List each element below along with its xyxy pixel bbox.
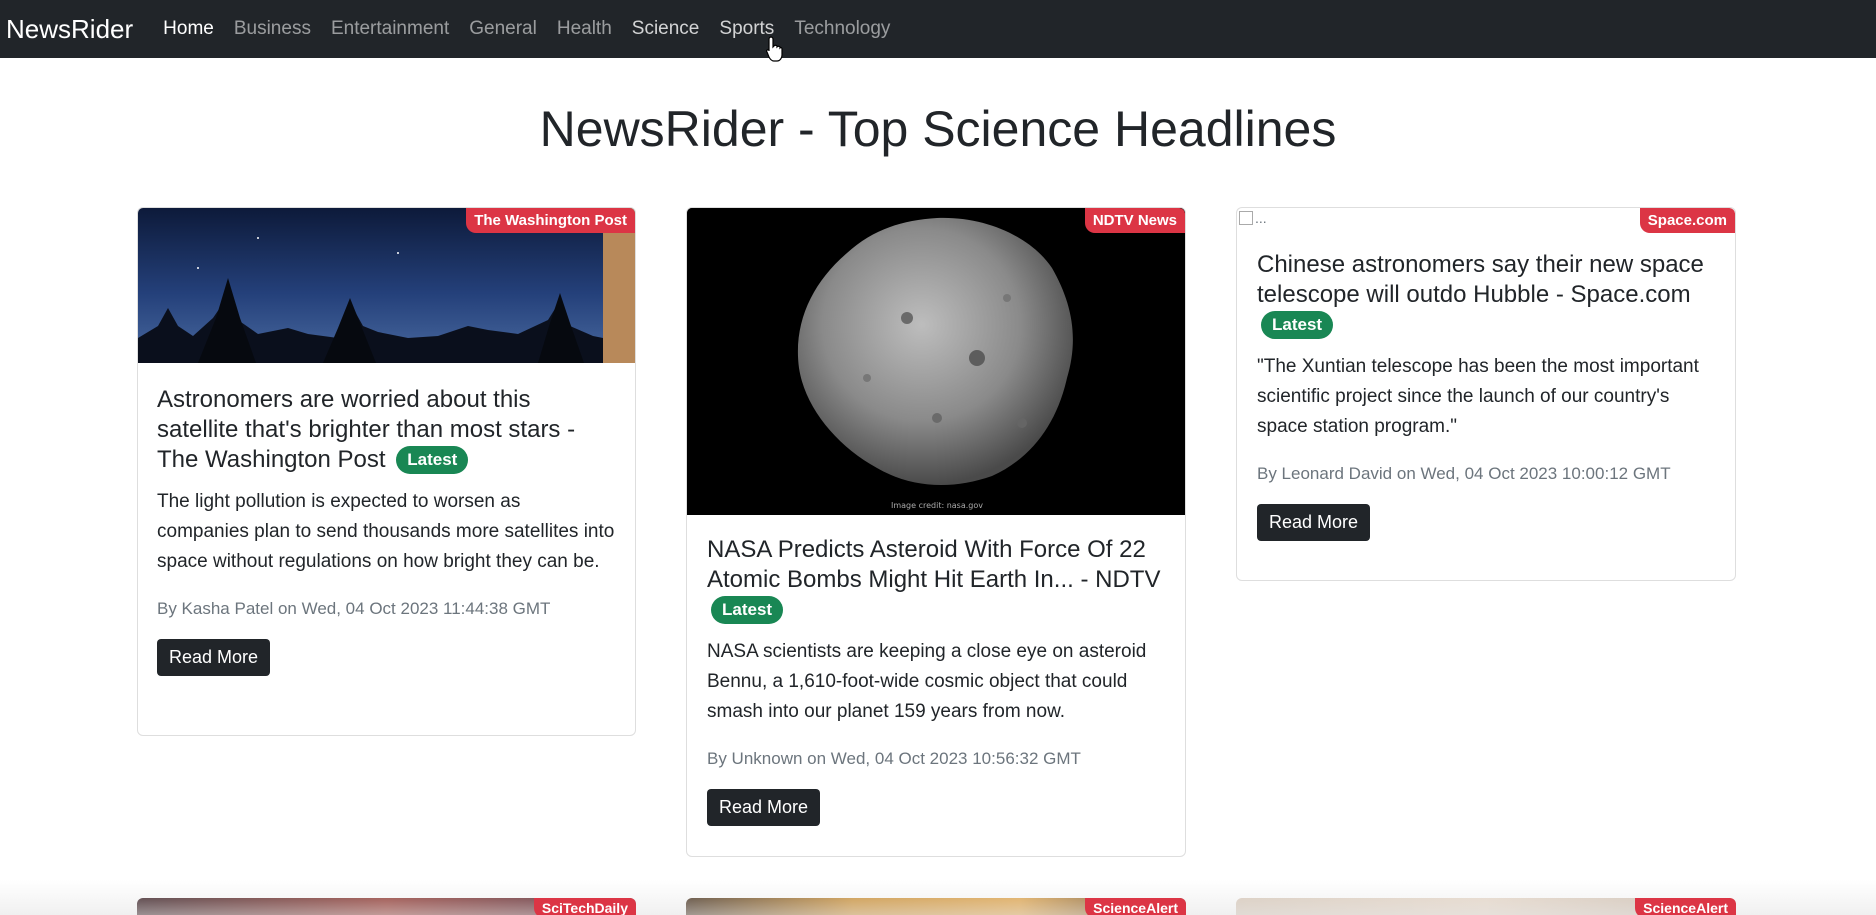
read-more-button[interactable]: Read More [157,639,271,676]
nav-entertainment[interactable]: Entertainment [331,18,449,40]
read-more-button[interactable]: Read More [1257,504,1371,541]
article-description: "The Xuntian telescope has been the most… [1257,356,1699,437]
asteroid-image: Image credit: nasa.gov [687,208,1185,515]
hand-cursor-icon [766,36,783,62]
article-title: Chinese astronomers say their new space … [1257,250,1716,340]
news-card: ... Space.com Chinese astronomers say th… [1236,207,1736,581]
news-card: The Washington Post Astronomers are worr… [137,207,636,736]
page-fade [0,880,1876,915]
card-body: NASA Predicts Asteroid With Force Of 22 … [687,515,1185,826]
source-badge: ScienceAlert [1085,898,1186,915]
broken-image-icon: ... [1239,210,1267,226]
source-badge: NDTV News [1084,208,1185,233]
nav-health[interactable]: Health [557,18,612,40]
read-more-button[interactable]: Read More [707,789,821,826]
latest-badge: Latest [711,596,784,624]
article-title: Astronomers are worried about this satel… [157,385,616,475]
article-image[interactable]: Image credit: nasa.gov NDTV News [687,208,1185,515]
brand-logo[interactable]: NewsRider [6,14,133,45]
card-body: Chinese astronomers say their new space … [1237,238,1735,541]
article-meta: By Leonard David on Wed, 04 Oct 2023 10:… [1257,464,1671,483]
card-body: Astronomers are worried about this satel… [138,363,635,676]
nav-business[interactable]: Business [234,18,311,40]
image-alt-text: ... [1255,210,1267,226]
image-caption: Image credit: nasa.gov [891,501,983,510]
nav-home[interactable]: Home [163,18,214,40]
latest-badge: Latest [396,446,469,474]
navbar: NewsRider Home Business Entertainment Ge… [0,0,1876,58]
page-title: NewsRider - Top Science Headlines [539,101,1337,157]
article-description: NASA scientists are keeping a close eye … [707,641,1147,722]
latest-badge: Latest [1261,311,1334,339]
news-card: Image credit: nasa.gov NDTV News NASA Pr… [686,207,1186,857]
article-title-text: NASA Predicts Asteroid With Force Of 22 … [707,536,1161,593]
article-meta: By Unknown on Wed, 04 Oct 2023 10:56:32 … [707,749,1081,768]
source-badge: ScienceAlert [1635,898,1736,915]
article-title: NASA Predicts Asteroid With Force Of 22 … [707,535,1166,625]
source-badge: Space.com [1639,208,1735,233]
article-meta: By Kasha Patel on Wed, 04 Oct 2023 11:44… [157,599,551,618]
article-title-text: Astronomers are worried about this satel… [157,386,576,473]
article-description: The light pollution is expected to worse… [157,491,615,572]
nav-technology[interactable]: Technology [794,18,890,40]
nav-science[interactable]: Science [632,18,700,40]
nav-links: Home Business Entertainment General Heal… [163,18,910,40]
source-badge: SciTechDaily [533,898,636,915]
article-title-text: Chinese astronomers say their new space … [1257,251,1704,308]
nav-general[interactable]: General [469,18,537,40]
article-image[interactable]: ... Space.com [1237,208,1735,238]
article-image[interactable]: The Washington Post [138,208,635,363]
source-badge: The Washington Post [466,208,635,233]
